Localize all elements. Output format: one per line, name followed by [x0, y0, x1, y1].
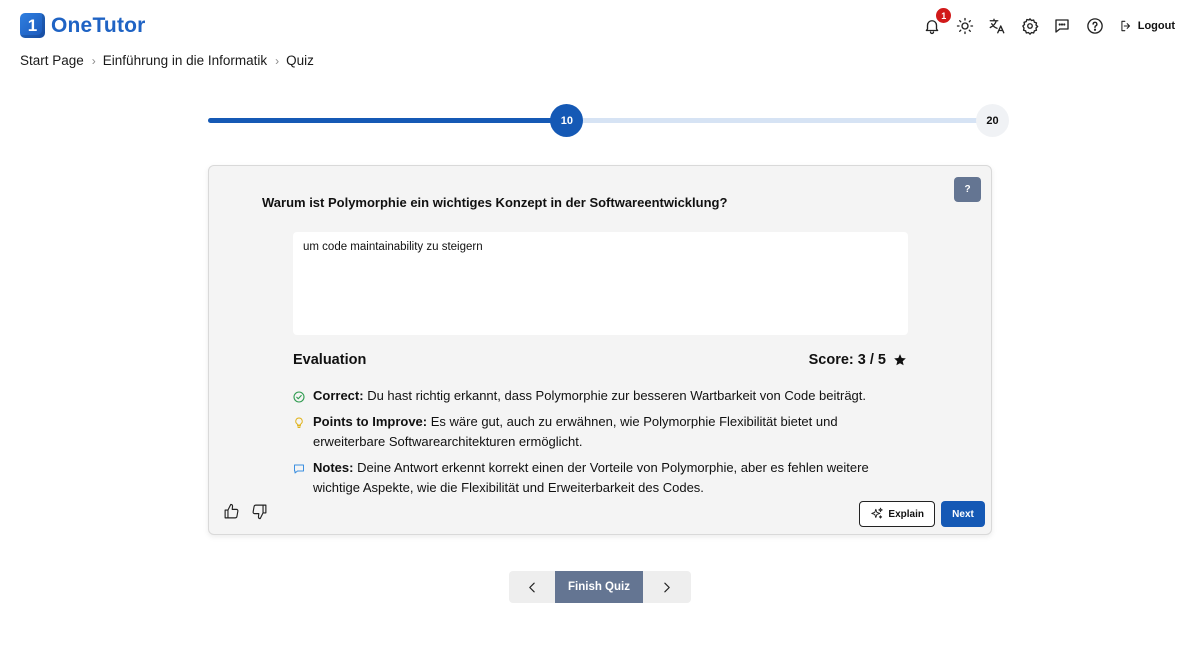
explain-label: Explain	[888, 508, 924, 520]
feedback-correct-text: Du hast richtig erkannt, dass Polymorphi…	[367, 388, 867, 403]
feedback-improve-label: Points to Improve:	[313, 414, 428, 429]
question-help-button[interactable]: ?	[954, 177, 981, 202]
breadcrumb-item-quiz: Quiz	[286, 53, 314, 68]
logo-mark: 1	[20, 13, 45, 38]
header-toolbar: 1 Logout	[911, 8, 1175, 37]
score-text: Score: 3 / 5	[808, 352, 886, 368]
rating-buttons	[223, 503, 269, 521]
language-button[interactable]	[986, 15, 1008, 37]
score-display: Score: 3 / 5	[809, 352, 907, 368]
thumbs-down-button[interactable]	[251, 503, 269, 521]
logout-button[interactable]: Logout	[1119, 19, 1175, 33]
thumbs-up-icon	[224, 503, 239, 519]
chevron-right-icon	[663, 582, 670, 592]
breadcrumb-item-start[interactable]: Start Page	[20, 53, 84, 68]
lightbulb-icon	[293, 412, 313, 452]
progress-total-step: 20	[976, 104, 1009, 137]
feedback-notes-label: Notes:	[313, 460, 354, 475]
notification-badge: 1	[936, 8, 952, 23]
sun-icon	[956, 17, 973, 35]
quiz-progress: 10 20	[208, 103, 1009, 137]
explain-button[interactable]: Explain	[859, 501, 935, 527]
feedback-improve: Points to Improve: Es wäre gut, auch zu …	[293, 412, 908, 452]
help-icon	[1086, 18, 1103, 34]
next-question-button[interactable]	[643, 571, 689, 603]
feedback-notes-text: Deine Antwort erkennt korrekt einen der …	[313, 460, 869, 495]
question-text: Warum ist Polymorphie ein wichtiges Konz…	[262, 195, 728, 210]
help-button[interactable]	[1084, 15, 1106, 37]
answer-field[interactable]	[293, 232, 908, 335]
comment-icon	[293, 458, 313, 498]
thumbs-up-button[interactable]	[223, 503, 241, 521]
quiz-pager: Finish Quiz	[509, 571, 691, 603]
gear-icon	[1021, 18, 1039, 35]
evaluation-title: Evaluation	[293, 352, 367, 368]
progress-current-step: 10	[550, 104, 584, 137]
progress-fill	[208, 118, 560, 123]
chevron-left-icon	[528, 582, 535, 592]
breadcrumb: Start Page › Einführung in die Informati…	[20, 53, 314, 68]
feedback-correct: Correct: Du hast richtig erkannt, dass P…	[293, 386, 908, 409]
sparkles-icon	[871, 507, 884, 519]
feedback-notes-content: Notes: Deine Antwort erkennt korrekt ein…	[313, 458, 908, 498]
logout-icon	[1121, 20, 1130, 32]
breadcrumb-item-course[interactable]: Einführung in die Informatik	[103, 53, 267, 68]
feedback-button[interactable]	[1051, 15, 1073, 37]
feedback-correct-label: Correct:	[313, 388, 364, 403]
settings-button[interactable]	[1019, 15, 1041, 37]
finish-quiz-button[interactable]: Finish Quiz	[555, 571, 643, 603]
app-logo[interactable]: 1 OneTutor	[20, 13, 146, 38]
breadcrumb-chevron-icon: ›	[91, 53, 96, 68]
next-button[interactable]: Next	[941, 501, 985, 527]
breadcrumb-chevron-icon: ›	[275, 53, 280, 68]
feedback-notes: Notes: Deine Antwort erkennt korrekt ein…	[293, 458, 908, 498]
previous-question-button[interactable]	[509, 571, 555, 603]
translate-icon	[989, 18, 1005, 34]
feedback-correct-content: Correct: Du hast richtig erkannt, dass P…	[313, 386, 866, 409]
star-icon	[894, 354, 906, 366]
logout-label: Logout	[1137, 20, 1175, 32]
app-name: OneTutor	[51, 13, 146, 37]
notifications-button[interactable]: 1	[921, 8, 952, 37]
chat-icon	[1055, 19, 1069, 33]
feedback-improve-content: Points to Improve: Es wäre gut, auch zu …	[313, 412, 908, 452]
check-circle-icon	[293, 386, 313, 409]
question-card: ? Warum ist Polymorphie ein wichtiges Ko…	[208, 165, 992, 535]
thumbs-down-icon	[252, 504, 267, 520]
theme-toggle-button[interactable]	[954, 15, 976, 37]
